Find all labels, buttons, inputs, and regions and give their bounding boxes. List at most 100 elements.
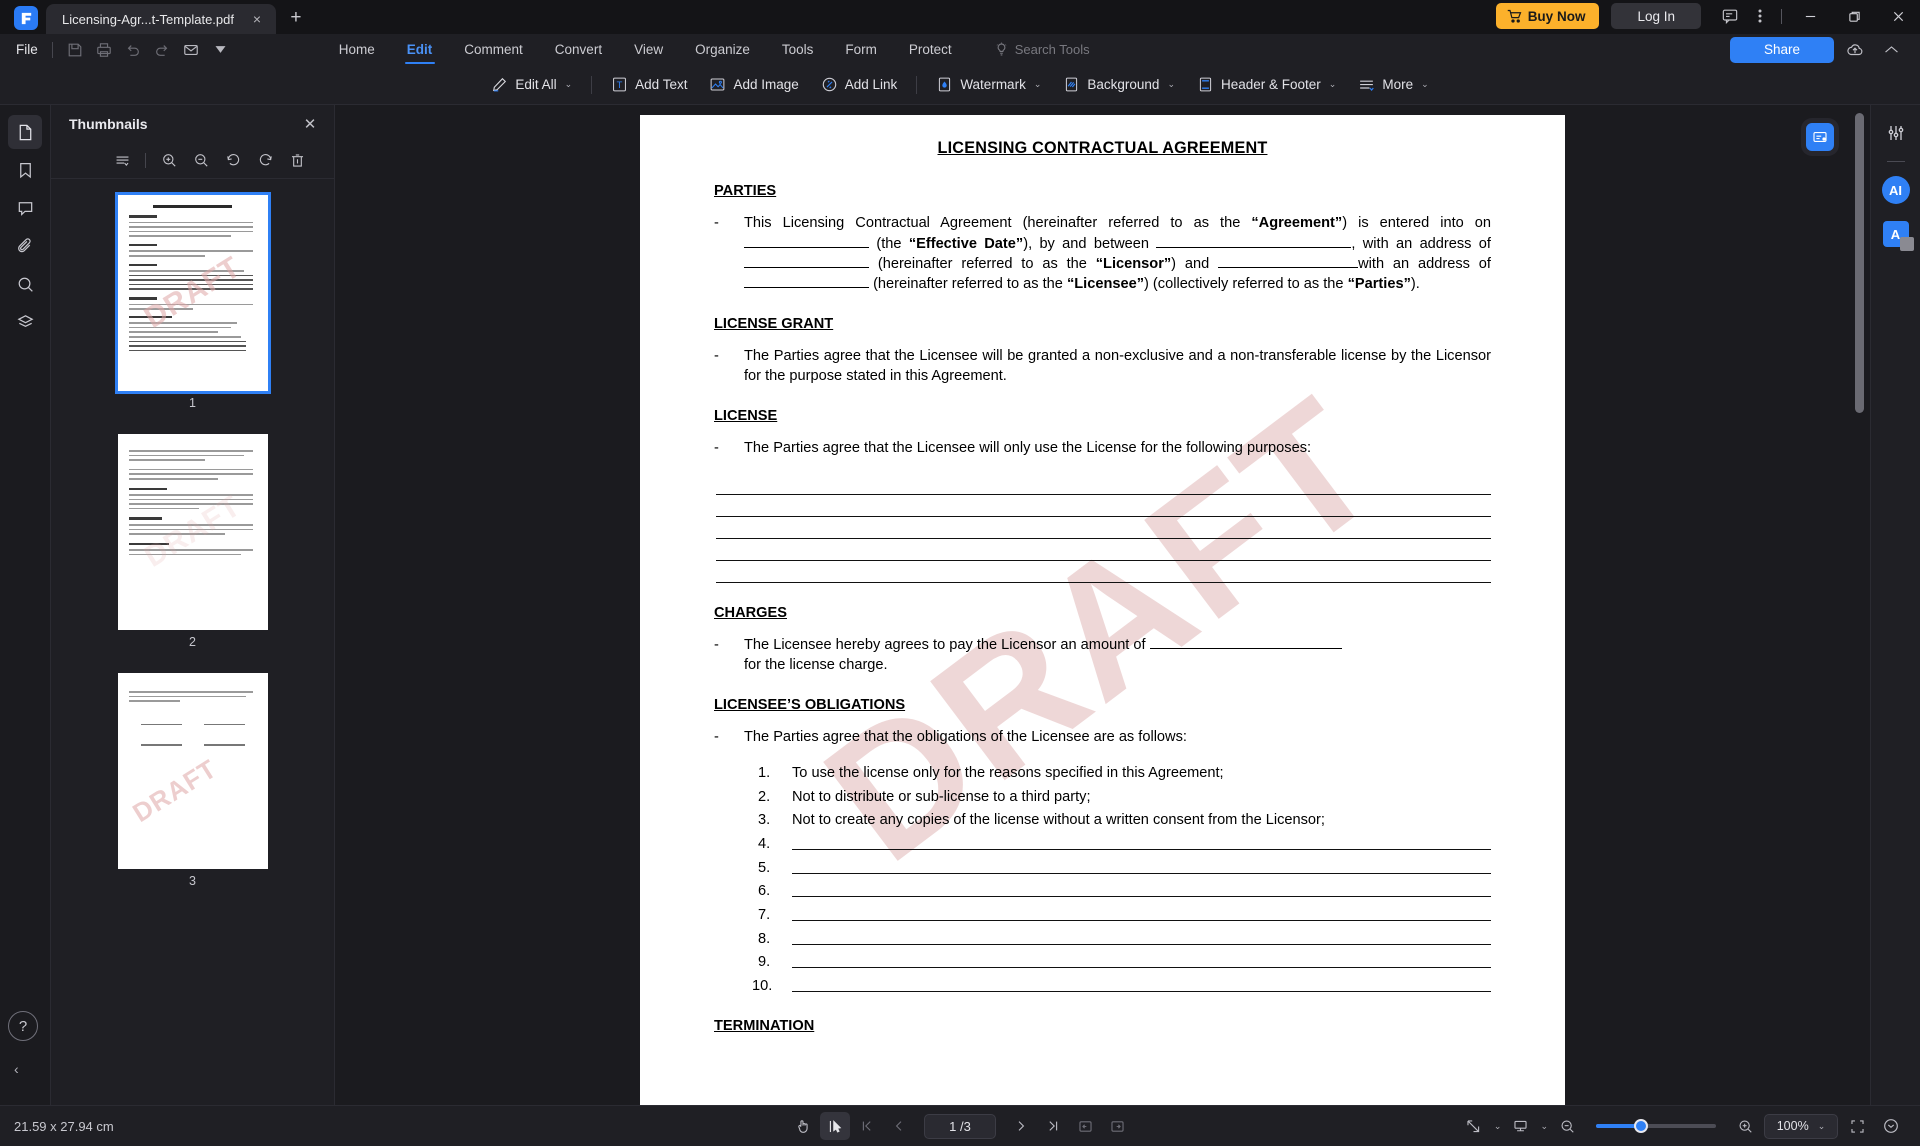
cloud-upload-icon[interactable] xyxy=(1840,36,1870,64)
previous-view-icon[interactable] xyxy=(1070,1112,1100,1140)
blank-field-licensee-name[interactable] xyxy=(1218,266,1359,268)
blank-field-amount[interactable] xyxy=(1149,647,1342,649)
blank-field-date[interactable] xyxy=(744,246,869,248)
translate-icon[interactable]: A xyxy=(1880,218,1914,251)
blank-line[interactable] xyxy=(792,834,1491,851)
zoom-out-thumbnails-icon[interactable] xyxy=(186,147,216,175)
page-fit-icon[interactable] xyxy=(1459,1112,1489,1140)
sidebar-item-search[interactable] xyxy=(8,267,42,301)
share-button[interactable]: Share xyxy=(1729,36,1834,63)
tab-home[interactable]: Home xyxy=(323,34,391,65)
delete-page-icon[interactable] xyxy=(282,147,312,175)
buy-now-button[interactable]: Buy Now xyxy=(1495,3,1600,29)
page-thumbnail-2[interactable]: DRAFT xyxy=(117,434,268,630)
add-text-button[interactable]: T Add Text xyxy=(600,70,698,100)
header-footer-button[interactable]: Header & Footer ⌄ xyxy=(1186,70,1347,100)
last-page-icon[interactable] xyxy=(1038,1112,1068,1140)
first-page-icon[interactable] xyxy=(852,1112,882,1140)
add-link-button[interactable]: Add Link xyxy=(810,70,909,100)
hand-tool-icon[interactable] xyxy=(788,1112,818,1140)
zoom-in-icon[interactable] xyxy=(1730,1112,1760,1140)
print-icon[interactable] xyxy=(90,37,119,63)
fullscreen-icon[interactable] xyxy=(1842,1112,1872,1140)
blank-line[interactable] xyxy=(792,976,1491,992)
next-view-icon[interactable] xyxy=(1102,1112,1132,1140)
select-tool-icon[interactable] xyxy=(820,1112,850,1140)
pdf-page[interactable]: DRAFT LICENSING CONTRACTUAL AGREEMENT PA… xyxy=(640,115,1565,1105)
search-tools-input[interactable]: Search Tools xyxy=(994,42,1090,57)
tab-edit[interactable]: Edit xyxy=(391,34,449,65)
document-viewport[interactable]: DRAFT LICENSING CONTRACTUAL AGREEMENT PA… xyxy=(335,105,1870,1105)
page-thumbnail-3[interactable]: DRAFT xyxy=(117,673,268,869)
close-window-button[interactable] xyxy=(1876,1,1920,31)
document-tab[interactable]: Licensing-Agr...t-Template.pdf × xyxy=(46,4,276,34)
blank-line[interactable] xyxy=(716,495,1491,517)
page-layout-icon[interactable] xyxy=(1505,1112,1535,1140)
rotate-left-icon[interactable] xyxy=(218,147,248,175)
tab-convert[interactable]: Convert xyxy=(539,34,618,65)
collapse-ribbon-icon[interactable] xyxy=(1876,36,1906,64)
settings-sliders-icon[interactable] xyxy=(1880,117,1912,149)
sidebar-item-thumbnails[interactable] xyxy=(8,115,42,149)
tab-view[interactable]: View xyxy=(618,34,679,65)
license-blank-lines[interactable] xyxy=(714,473,1491,583)
close-thumbnails-icon[interactable]: ✕ xyxy=(298,112,322,136)
thumbnail-item[interactable]: DRAFT 2 xyxy=(117,434,268,667)
more-options-icon[interactable] xyxy=(1745,2,1775,30)
more-button[interactable]: More ⌄ xyxy=(1347,70,1439,100)
page-number-input[interactable]: 1 /3 xyxy=(924,1113,996,1139)
help-button[interactable]: ? xyxy=(8,1011,38,1041)
email-icon[interactable] xyxy=(177,37,206,63)
new-tab-icon[interactable]: + xyxy=(282,4,310,32)
next-page-icon[interactable] xyxy=(1006,1112,1036,1140)
blank-line[interactable] xyxy=(716,539,1491,561)
edit-all-button[interactable]: Edit All ⌄ xyxy=(480,70,583,100)
zoom-out-icon[interactable] xyxy=(1552,1112,1582,1140)
watermark-button[interactable]: Watermark ⌄ xyxy=(925,70,1052,100)
file-menu-button[interactable]: File xyxy=(0,42,48,57)
zoom-slider[interactable] xyxy=(1596,1119,1716,1133)
thumbnail-item[interactable]: DRAFT 1 xyxy=(114,192,271,428)
blank-line[interactable] xyxy=(792,858,1491,874)
sidebar-item-comments[interactable] xyxy=(8,191,42,225)
sidebar-item-layers[interactable] xyxy=(8,305,42,339)
blank-line[interactable] xyxy=(792,929,1491,945)
sidebar-item-bookmarks[interactable] xyxy=(8,153,42,187)
zoom-in-thumbnails-icon[interactable] xyxy=(154,147,184,175)
rotate-right-icon[interactable] xyxy=(250,147,280,175)
blank-field-licensor-address[interactable] xyxy=(744,266,869,268)
more-view-options-icon[interactable] xyxy=(1876,1112,1906,1140)
save-icon[interactable] xyxy=(61,37,90,63)
thumbnail-item[interactable]: DRAFT 3 xyxy=(117,673,268,906)
blank-field-licensor-name[interactable] xyxy=(1156,246,1352,248)
zoom-slider-handle[interactable] xyxy=(1634,1119,1648,1133)
background-button[interactable]: Background ⌄ xyxy=(1052,70,1186,100)
tab-form[interactable]: Form xyxy=(829,34,893,65)
feedback-icon[interactable] xyxy=(1715,2,1745,30)
thumbnails-list[interactable]: DRAFT 1 DRAFT 2 DRAFT 3 xyxy=(51,179,334,1105)
chevron-down-icon[interactable]: ⌄ xyxy=(1540,1121,1548,1132)
chevron-down-icon[interactable]: ⌄ xyxy=(1494,1121,1502,1132)
previous-page-icon[interactable] xyxy=(884,1112,914,1140)
log-in-button[interactable]: Log In xyxy=(1611,3,1701,29)
zoom-level-select[interactable]: 100% ⌄ xyxy=(1764,1113,1838,1139)
blank-line[interactable] xyxy=(792,905,1491,921)
tab-organize[interactable]: Organize xyxy=(679,34,766,65)
page-thumbnail-1[interactable]: DRAFT xyxy=(114,192,271,394)
quick-access-dropdown-icon[interactable] xyxy=(206,37,235,63)
ai-tools-icon[interactable]: AI xyxy=(1880,174,1912,206)
blank-line[interactable] xyxy=(716,561,1491,583)
tab-tools[interactable]: Tools xyxy=(766,34,830,65)
blank-field-licensee-address[interactable] xyxy=(744,286,869,288)
redo-icon[interactable] xyxy=(148,37,177,63)
blank-line[interactable] xyxy=(716,473,1491,495)
collapse-panel-icon[interactable]: ‹ xyxy=(14,1061,19,1077)
tab-comment[interactable]: Comment xyxy=(448,34,539,65)
minimize-button[interactable] xyxy=(1788,1,1832,31)
blank-line[interactable] xyxy=(792,952,1491,969)
add-image-button[interactable]: Add Image xyxy=(698,70,809,100)
undo-icon[interactable] xyxy=(119,37,148,63)
ai-assistant-floating-button[interactable] xyxy=(1806,123,1834,151)
close-tab-icon[interactable]: × xyxy=(248,10,266,28)
blank-line[interactable] xyxy=(792,881,1491,898)
